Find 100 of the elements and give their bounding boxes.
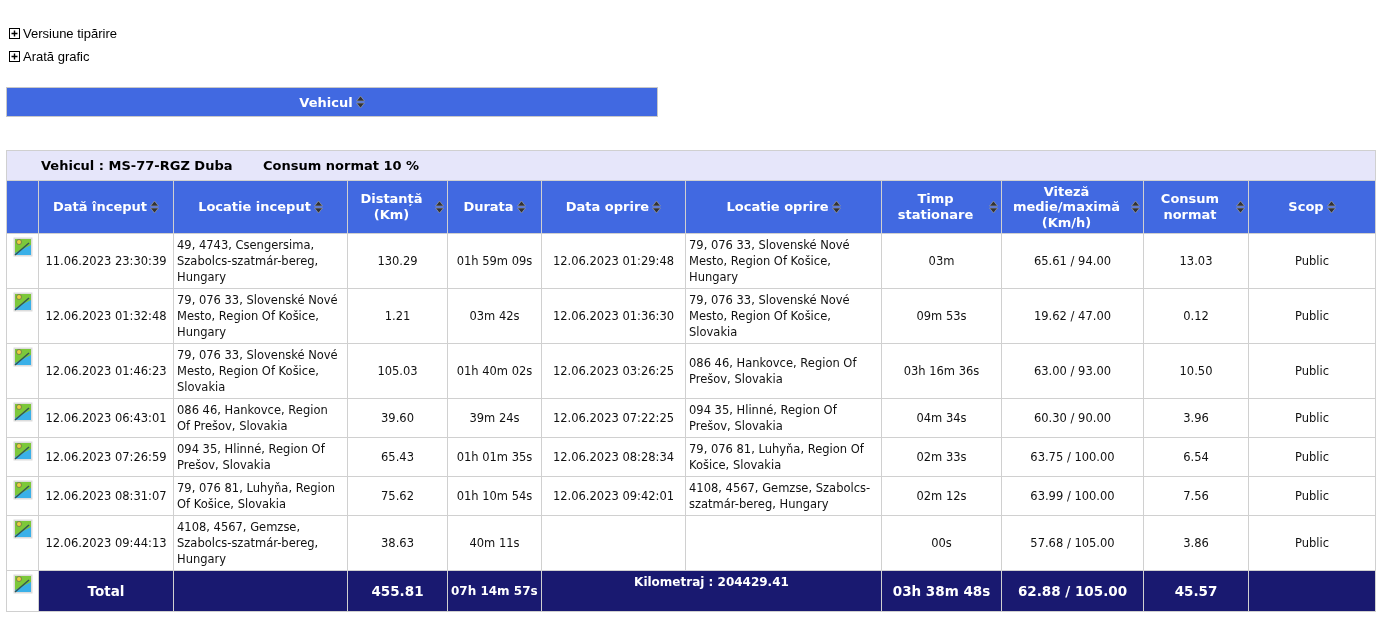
table-cell: Public xyxy=(1294,411,1329,425)
table-cell: Public xyxy=(1294,364,1329,378)
table-cell: 6.54 xyxy=(1183,450,1209,464)
total-idle-time: 03h 38m 48s xyxy=(892,583,991,599)
sort-icon[interactable] xyxy=(989,200,998,214)
column-header[interactable]: Scop xyxy=(1248,180,1376,234)
total-distance: 455.81 xyxy=(371,583,424,599)
column-header[interactable]: Timp stationare xyxy=(881,180,1002,234)
group-by-header[interactable]: Vehicul xyxy=(6,87,658,117)
map-icon[interactable] xyxy=(13,292,33,312)
table-cell: 13.03 xyxy=(1179,254,1213,268)
table-cell: 12.06.2023 01:46:23 xyxy=(45,364,167,378)
table-cell: 12.06.2023 08:31:07 xyxy=(45,489,167,503)
odometer-reading: Kilometraj : 204429.41 xyxy=(634,575,789,589)
column-header[interactable]: Consum normat xyxy=(1143,180,1249,234)
table-cell: 12.06.2023 03:26:25 xyxy=(552,364,675,378)
table-cell: 79, 076 81, Luhyňa, Region Of Košice, Slovakia xyxy=(177,481,336,511)
table-cell: 3.96 xyxy=(1183,411,1209,425)
table-cell: 12.06.2023 09:44:13 xyxy=(45,536,167,550)
sort-icon[interactable] xyxy=(435,200,444,214)
table-cell: Public xyxy=(1294,536,1329,550)
table-cell: 1.21 xyxy=(384,309,411,323)
table-cell: 19.62 / 47.00 xyxy=(1034,309,1111,323)
table-cell: Public xyxy=(1294,489,1329,503)
sort-icon[interactable] xyxy=(516,200,526,214)
table-cell: 01h 59m 09s xyxy=(456,254,533,268)
total-label: Total xyxy=(87,583,125,599)
table-cell: 60.30 / 90.00 xyxy=(1034,411,1111,425)
table-cell: 39.60 xyxy=(381,411,414,425)
column-header[interactable]: Durata xyxy=(447,180,542,234)
sort-icon[interactable] xyxy=(1326,200,1336,214)
map-icon[interactable] xyxy=(13,237,33,257)
table-cell: 12.06.2023 01:29:48 xyxy=(552,254,675,268)
map-icon[interactable] xyxy=(13,574,33,594)
column-header[interactable]: Locatie oprire xyxy=(685,180,882,234)
table-cell: 12.06.2023 07:22:25 xyxy=(552,411,675,425)
table-cell: 03m 42s xyxy=(469,309,520,323)
map-icon[interactable] xyxy=(13,519,33,539)
table-cell: 4108, 4567, Gemzse, Szabolcs-szatmár-bereg, Hungary xyxy=(177,520,319,566)
plus-box-icon[interactable] xyxy=(9,51,20,62)
table-cell: 00s xyxy=(931,536,952,550)
sort-icon[interactable] xyxy=(313,200,323,214)
table-cell: 01h 10m 54s xyxy=(456,489,533,503)
table-cell: 094 35, Hlinné, Region Of Prešov, Slovakia xyxy=(177,442,325,472)
table-cell: 02m 33s xyxy=(916,450,967,464)
column-header[interactable]: Distanță (Km) xyxy=(347,180,448,234)
sort-icon[interactable] xyxy=(1131,200,1140,214)
map-icon[interactable] xyxy=(13,480,33,500)
table-cell: 12.06.2023 08:28:34 xyxy=(552,450,675,464)
table-cell: 63.75 / 100.00 xyxy=(1030,450,1115,464)
table-cell: 39m 24s xyxy=(469,411,520,425)
table-cell: 10.50 xyxy=(1179,364,1213,378)
table-cell: Public xyxy=(1294,309,1329,323)
table-cell: 02m 12s xyxy=(916,489,967,503)
sort-icon[interactable] xyxy=(1236,200,1245,214)
table-cell: 57.68 / 105.00 xyxy=(1030,536,1115,550)
table-cell: 75.62 xyxy=(381,489,414,503)
table-cell: 12.06.2023 06:43:01 xyxy=(45,411,167,425)
sort-icon[interactable] xyxy=(150,200,160,214)
table-cell: 79, 076 33, Slovenské Nové Mesto, Region Of Košice, Hungary xyxy=(177,293,338,339)
sort-icon[interactable] xyxy=(355,95,365,109)
table-cell: 094 35, Hlinné, Region Of Prešov, Slovakia xyxy=(689,403,837,433)
column-header[interactable]: Data oprire xyxy=(541,180,686,234)
table-cell: 79, 076 33, Slovenské Nové Mesto, Region Of Košice, Hungary xyxy=(689,238,850,284)
table-cell: 130.29 xyxy=(377,254,418,268)
table-cell: 79, 076 81, Luhyňa, Region Of Košice, Slovakia xyxy=(689,442,864,472)
table-cell: 4108, 4567, Gemzse, Szabolcs-szatmár-bereg, Hungary xyxy=(689,481,871,511)
table-cell: 79, 076 33, Slovenské Nové Mesto, Region Of Košice, Slovakia xyxy=(689,293,850,339)
map-icon[interactable] xyxy=(13,402,33,422)
plus-box-icon[interactable] xyxy=(9,28,20,39)
consumption-label: Consum normat 10 % xyxy=(263,158,420,173)
total-speed: 62.88 / 105.00 xyxy=(1017,583,1128,599)
column-header[interactable]: Viteză medie/maximă (Km/h) xyxy=(1001,180,1144,234)
sort-icon[interactable] xyxy=(652,200,662,214)
toggle-link[interactable]: Arată grafic xyxy=(23,49,90,64)
table-cell: 11.06.2023 23:30:39 xyxy=(45,254,167,268)
column-header[interactable]: Locatie inceput xyxy=(173,180,348,234)
table-cell: 04m 34s xyxy=(916,411,967,425)
table-cell: 49, 4743, Csengersima, Szabolcs-szatmár-bereg, Hungary xyxy=(177,238,319,284)
total-duration: 07h 14m 57s xyxy=(451,584,538,598)
column-header[interactable]: Dată început xyxy=(38,180,174,234)
sort-icon[interactable] xyxy=(831,200,841,214)
vehicle-label: Vehicul : MS-77-RGZ Duba xyxy=(41,158,233,173)
table-cell: 01h 01m 35s xyxy=(456,450,533,464)
table-cell: 12.06.2023 09:42:01 xyxy=(552,489,675,503)
table-cell: 12.06.2023 07:26:59 xyxy=(45,450,167,464)
table-cell: 79, 076 33, Slovenské Nové Mesto, Region Of Košice, Slovakia xyxy=(177,348,338,394)
table-cell: Public xyxy=(1294,450,1329,464)
table-cell: 65.43 xyxy=(381,450,414,464)
table-cell: Public xyxy=(1294,254,1329,268)
table-cell: 03h 16m 36s xyxy=(903,364,980,378)
toggle-link[interactable]: Versiune tipărire xyxy=(23,26,117,41)
table-cell: 63.99 / 100.00 xyxy=(1030,489,1115,503)
map-icon[interactable] xyxy=(13,441,33,461)
table-cell: 105.03 xyxy=(377,364,418,378)
table-cell: 086 46, Hankovce, Region Of Prešov, Slovakia xyxy=(689,356,857,386)
table-cell: 03m xyxy=(928,254,955,268)
table-cell: 63.00 / 93.00 xyxy=(1034,364,1111,378)
table-cell: 7.56 xyxy=(1183,489,1209,503)
map-icon[interactable] xyxy=(13,347,33,367)
